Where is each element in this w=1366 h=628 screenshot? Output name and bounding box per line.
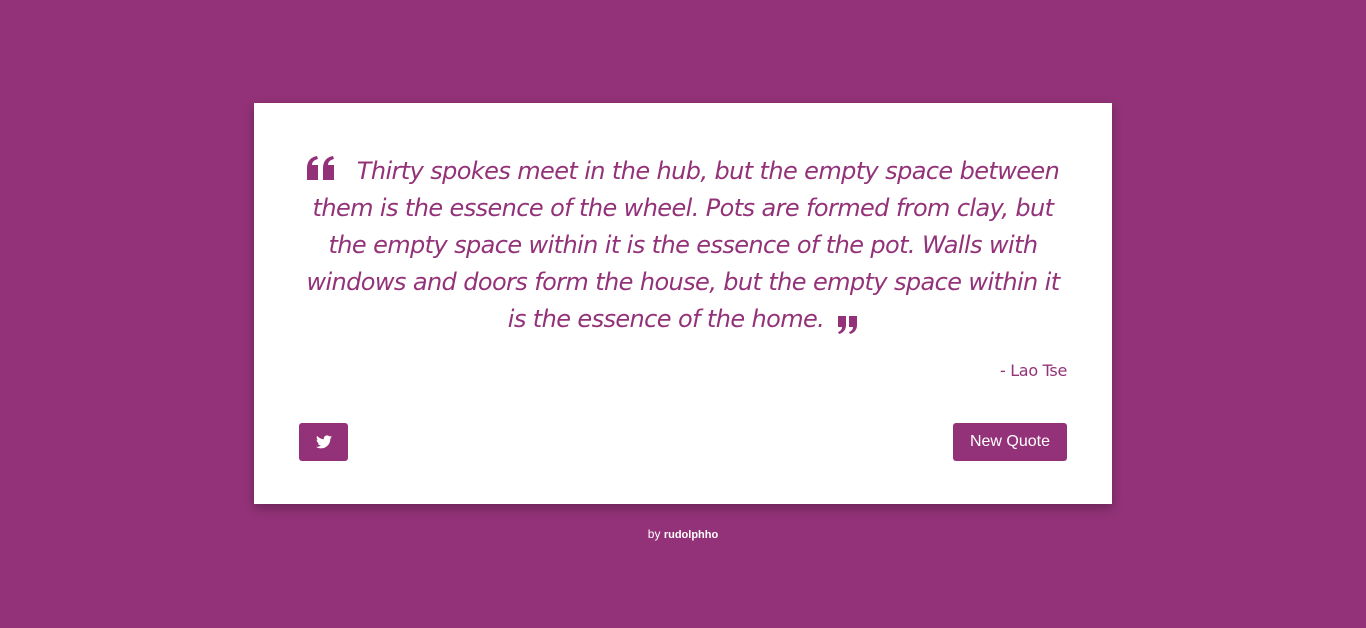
quote-block: Thirty spokes meet in the hub, but the e…: [306, 153, 1060, 338]
quote-right-icon: [838, 316, 858, 334]
quote-author: - Lao Tse: [999, 361, 1067, 380]
tweet-button[interactable]: [299, 423, 348, 461]
quote-left-icon: [306, 156, 335, 180]
footer-credit: by rudolphho: [0, 527, 1366, 541]
twitter-icon: [315, 435, 332, 449]
quote-card: Thirty spokes meet in the hub, but the e…: [254, 103, 1112, 504]
quote-text: Thirty spokes meet in the hub, but the e…: [306, 157, 1060, 333]
footer-prefix: by: [647, 527, 661, 541]
new-quote-button[interactable]: New Quote: [953, 423, 1067, 461]
footer-author-link[interactable]: rudolphho: [664, 529, 718, 541]
